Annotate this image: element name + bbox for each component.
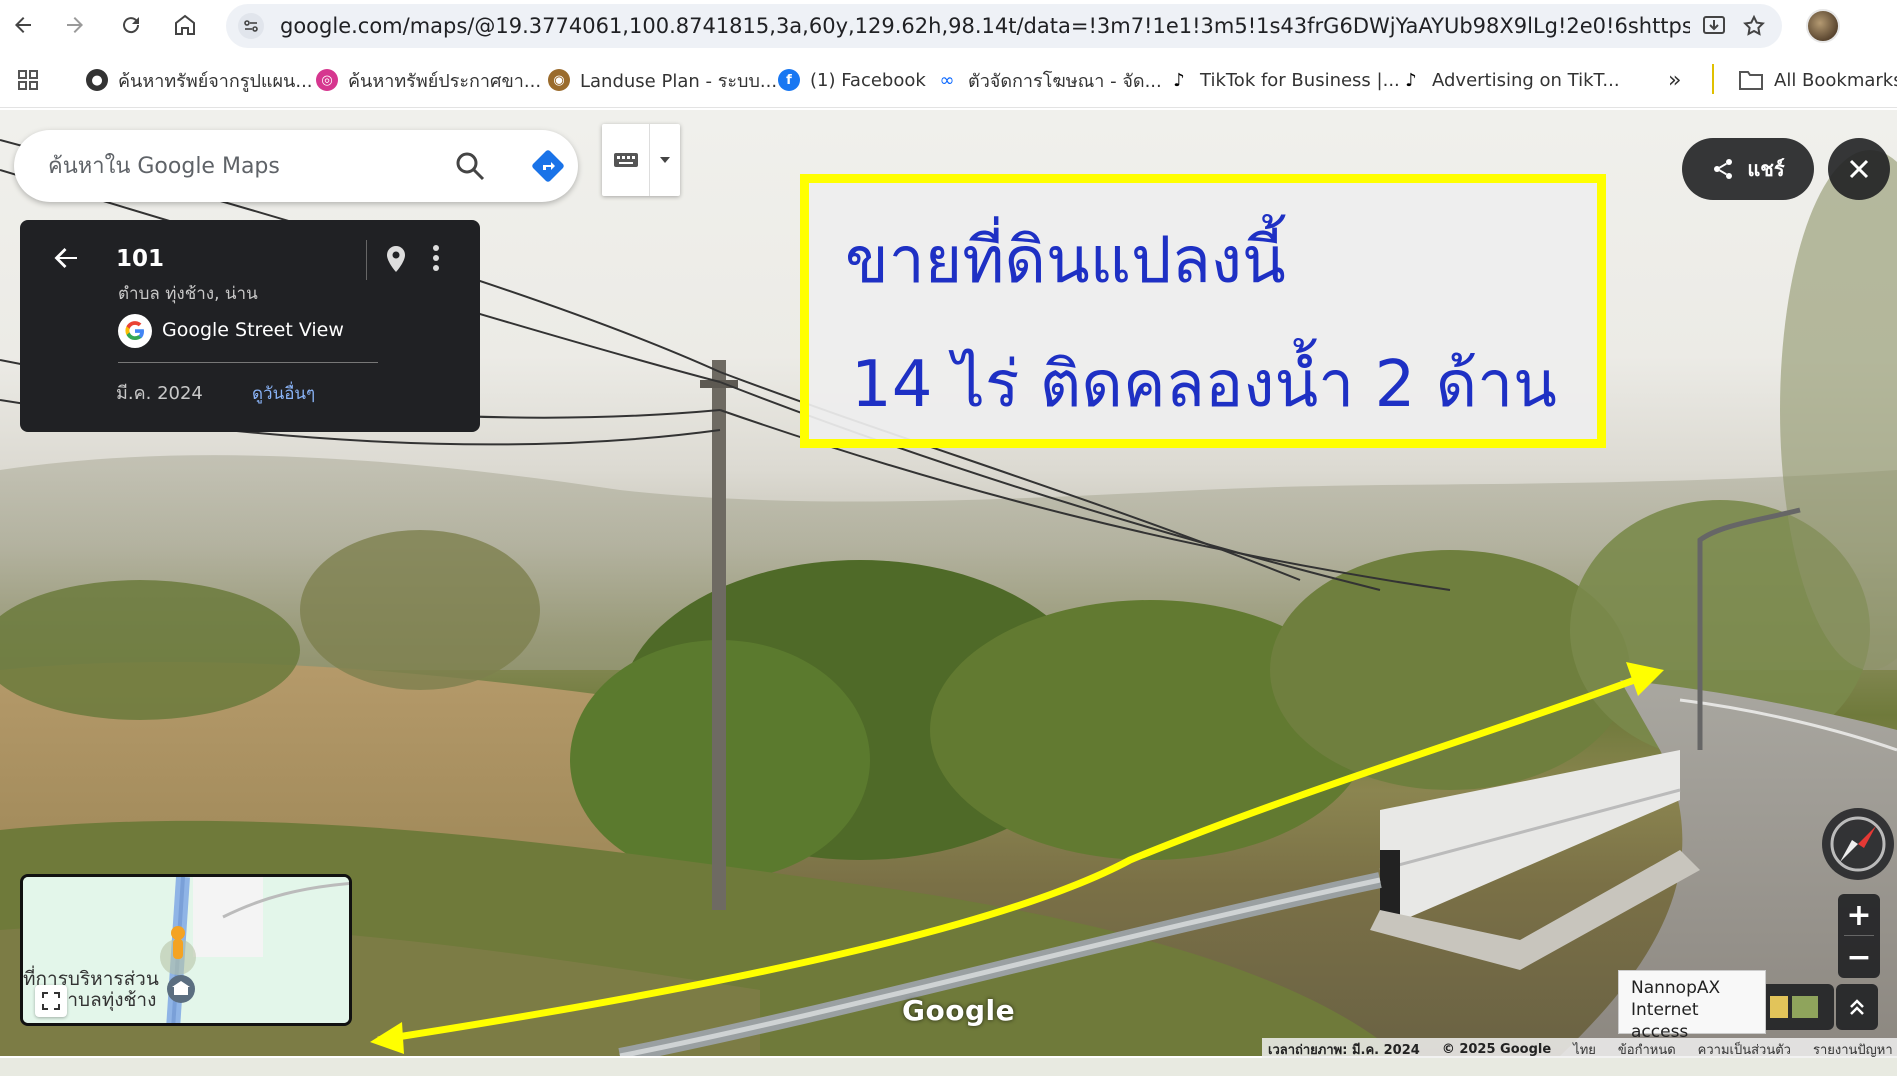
- maps-footer: เวลาถ่ายภาพ: มี.ค. 2024 © 2025 Google ไท…: [1262, 1038, 1897, 1060]
- tiktok-icon: ♪: [1405, 69, 1417, 91]
- tooltip-network-name: NannopAX: [1631, 978, 1721, 998]
- close-street-view-button[interactable]: [1828, 138, 1890, 200]
- profile-avatar[interactable]: [1806, 9, 1840, 43]
- location-pin-icon[interactable]: [384, 244, 412, 276]
- street-view-info-card: 101 ตำบล ทุ่งช้าง, น่าน Google Street Vi…: [20, 220, 480, 432]
- bookmark-label: ค้นหาทรัพย์จากรูปแผน...: [118, 70, 313, 92]
- more-vert-icon[interactable]: [432, 244, 444, 276]
- bookmark-item[interactable]: ∞ ตัวจัดการโฆษณา - จัด...: [936, 66, 1162, 94]
- see-more-dates-link[interactable]: ดูวันอื่นๆ: [252, 380, 315, 407]
- card-separator: [118, 362, 378, 363]
- site-settings-icon[interactable]: [238, 13, 264, 39]
- maps-search-box[interactable]: [14, 130, 578, 202]
- zoom-out-button[interactable]: −: [1838, 936, 1880, 978]
- google-watermark: Google: [902, 994, 1016, 1027]
- bookmark-item[interactable]: ◉ Landuse Plan - ระบบ...: [548, 66, 777, 94]
- bookmark-favicon-icon: ◎: [316, 69, 338, 91]
- bookmark-label: (1) Facebook: [810, 69, 926, 91]
- chevron-down-icon[interactable]: [650, 124, 680, 196]
- bookmark-label: ค้นหาทรัพย์ประกาศขา...: [348, 70, 542, 92]
- sale-banner: ขายที่ดินแปลงนี้ 14 ไร่ ติดคลองน้ำ 2 ด้า…: [800, 174, 1606, 448]
- tooltip-network-status: Internet access: [1631, 1000, 1699, 1042]
- compass-control[interactable]: [1822, 808, 1894, 880]
- all-bookmarks-button[interactable]: All Bookmarks: [1738, 66, 1897, 94]
- meta-icon: ∞: [939, 69, 955, 91]
- fullscreen-icon: [42, 992, 60, 1010]
- forward-icon[interactable]: [58, 8, 92, 42]
- reload-icon[interactable]: [114, 8, 148, 42]
- street-view-source: Google Street View: [162, 319, 344, 341]
- road-name: 101: [116, 246, 165, 272]
- capture-date: มี.ค. 2024: [116, 383, 203, 404]
- banner-line-2: 14 ไร่ ติดคลองน้ำ 2 ด้าน: [851, 348, 1557, 422]
- compass-icon: [1830, 816, 1886, 872]
- share-button[interactable]: แชร์: [1682, 138, 1814, 200]
- apps-grid-icon[interactable]: [16, 66, 40, 94]
- terms-link[interactable]: ข้อกำหนด: [1618, 1039, 1676, 1060]
- bookmark-item[interactable]: f (1) Facebook: [778, 66, 926, 94]
- search-icon[interactable]: [454, 150, 486, 182]
- bookmarks-bar: ● ค้นหาทรัพย์จากรูปแผน... ◎ ค้นหาทรัพย์ป…: [0, 52, 1897, 108]
- bookmarks-overflow-button[interactable]: »: [1668, 66, 1681, 94]
- bookmark-star-icon[interactable]: [1740, 12, 1768, 40]
- bookmark-item[interactable]: ♪ TikTok for Business |...: [1168, 66, 1400, 94]
- folder-icon: [1739, 71, 1763, 90]
- network-tooltip: NannopAX Internet access: [1618, 970, 1766, 1042]
- bookmark-item[interactable]: ♪ Advertising on TikT...: [1400, 66, 1620, 94]
- bookmark-label: ตัวจัดการโฆษณา - จัด...: [968, 70, 1162, 92]
- photo-thumbnail[interactable]: [1770, 996, 1788, 1018]
- directions-icon[interactable]: [530, 148, 566, 184]
- expand-map-button[interactable]: [35, 985, 67, 1017]
- zoom-in-button[interactable]: +: [1838, 894, 1880, 936]
- all-bookmarks-label: All Bookmarks: [1774, 69, 1897, 91]
- address-bar[interactable]: google.com/maps/@19.3774061,100.8741815,…: [226, 4, 1782, 48]
- bookmark-label: TikTok for Business |...: [1200, 69, 1400, 91]
- zoom-control: + −: [1838, 894, 1880, 978]
- double-chevron-up-icon: [1850, 999, 1864, 1015]
- photo-strip[interactable]: [1766, 984, 1834, 1030]
- location-text: ตำบล ทุ่งช้าง, น่าน: [118, 284, 258, 304]
- language-link[interactable]: ไทย: [1573, 1039, 1596, 1060]
- tiktok-icon: ♪: [1173, 69, 1185, 91]
- url-text[interactable]: google.com/maps/@19.3774061,100.8741815,…: [280, 14, 1690, 38]
- bookmark-item[interactable]: ◎ ค้นหาทรัพย์ประกาศขา...: [316, 66, 541, 94]
- bookmark-label: Landuse Plan - ระบบ...: [580, 70, 778, 92]
- browser-toolbar: google.com/maps/@19.3774061,100.8741815,…: [0, 0, 1897, 52]
- expand-photos-button[interactable]: [1836, 984, 1878, 1030]
- privacy-link[interactable]: ความเป็นส่วนตัว: [1698, 1039, 1791, 1060]
- bookmark-item[interactable]: ● ค้นหาทรัพย์จากรูปแผน...: [86, 66, 313, 94]
- capture-time: เวลาถ่ายภาพ: มี.ค. 2024: [1268, 1042, 1420, 1058]
- install-app-icon[interactable]: [1700, 12, 1728, 40]
- google-g-icon: [118, 314, 152, 348]
- back-icon[interactable]: [6, 8, 40, 42]
- photo-thumbnail[interactable]: [1792, 996, 1818, 1018]
- mini-map[interactable]: ที่การบริหารส่วน ตำบลทุ่งช้าง: [20, 874, 352, 1026]
- search-input[interactable]: [48, 148, 428, 184]
- os-taskbar-strip: [0, 1058, 1897, 1076]
- report-problem-link[interactable]: รายงานปัญหา: [1813, 1039, 1893, 1060]
- share-icon: [1714, 159, 1733, 179]
- share-label: แชร์: [1747, 157, 1785, 181]
- close-icon: [1849, 159, 1869, 179]
- bookmark-label: Advertising on TikT...: [1432, 69, 1620, 91]
- facebook-icon: f: [778, 69, 800, 91]
- copyright: © 2025 Google: [1441, 1041, 1552, 1057]
- card-divider: [366, 240, 367, 280]
- input-tools-button[interactable]: [602, 124, 680, 196]
- banner-line-1: ขายที่ดินแปลงนี้: [845, 224, 1286, 298]
- bookmarks-divider: [1712, 64, 1714, 94]
- home-icon[interactable]: [168, 8, 202, 42]
- keyboard-icon[interactable]: [602, 124, 650, 196]
- bookmark-favicon-icon: ●: [86, 69, 108, 91]
- bookmark-favicon-icon: ◉: [548, 69, 570, 91]
- back-arrow-icon[interactable]: [50, 242, 86, 278]
